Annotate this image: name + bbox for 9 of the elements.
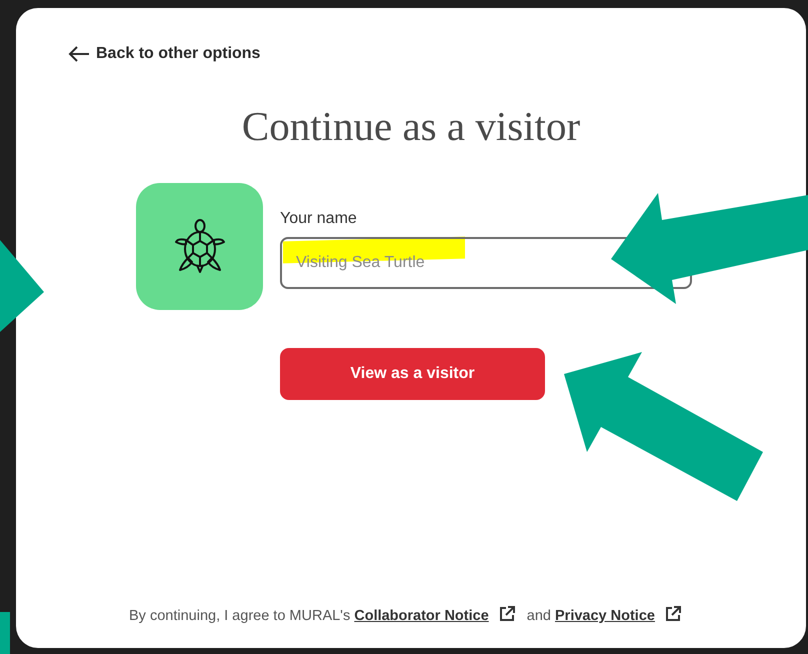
back-link[interactable]: Back to other options [68,42,260,66]
annotation-mark [0,612,10,654]
notice-link[interactable]: Privacy Notice [555,608,655,624]
dialog-title: Continue as a visitor [240,102,582,151]
field-label: Your name [280,209,357,230]
notice-link[interactable]: Collaborator Notice [354,608,489,624]
back-arrow-icon [68,46,90,62]
view-as-visitor-button[interactable]: View as a visitor [280,348,545,400]
consent-text: By continuing, I agree to MURAL's Collaborator Notice and Privacy Notice [16,606,806,628]
